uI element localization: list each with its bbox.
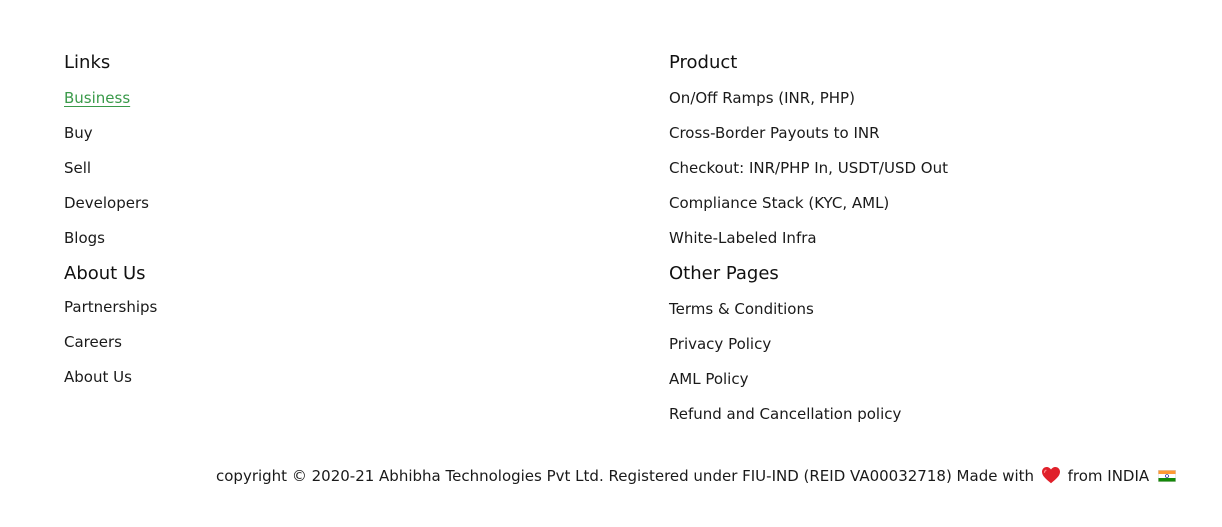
link-aml-policy[interactable]: AML Policy: [669, 370, 748, 388]
list-item: On/Off Ramps (INR, PHP): [669, 80, 1189, 115]
link-blogs[interactable]: Blogs: [64, 229, 105, 247]
list-item: Blogs: [64, 220, 624, 255]
list-item: Buy: [64, 115, 624, 150]
links-list: Business Buy Sell Developers Blogs: [64, 80, 624, 255]
other-pages-list: Terms & Conditions Privacy Policy AML Po…: [669, 291, 1189, 431]
about-list: Partnerships Careers About Us: [64, 289, 624, 394]
list-item: Terms & Conditions: [669, 291, 1189, 326]
list-item: Business: [64, 80, 624, 115]
product-list: On/Off Ramps (INR, PHP) Cross-Border Pay…: [669, 80, 1189, 255]
footer-left-column: Links Business Buy Sell Developers Blogs…: [64, 52, 624, 394]
list-item: AML Policy: [669, 361, 1189, 396]
link-cross-border-payouts[interactable]: Cross-Border Payouts to INR: [669, 124, 880, 142]
link-refund-cancellation[interactable]: Refund and Cancellation policy: [669, 405, 901, 423]
list-item: Checkout: INR/PHP In, USDT/USD Out: [669, 150, 1189, 185]
other-pages-section-title: Other Pages: [669, 263, 779, 284]
link-about-us[interactable]: About Us: [64, 368, 132, 386]
link-partnerships[interactable]: Partnerships: [64, 298, 157, 316]
product-section-title: Product: [669, 52, 738, 73]
copyright-text: copyright © 2020-21 Abhibha Technologies…: [216, 467, 1035, 485]
link-careers[interactable]: Careers: [64, 333, 122, 351]
copyright-line: copyright © 2020-21 Abhibha Technologies…: [216, 465, 1176, 487]
about-section-title: About Us: [64, 263, 146, 284]
site-footer: Links Business Buy Sell Developers Blogs…: [0, 0, 1222, 527]
footer-right-column: Product On/Off Ramps (INR, PHP) Cross-Bo…: [669, 52, 1189, 431]
link-checkout[interactable]: Checkout: INR/PHP In, USDT/USD Out: [669, 159, 948, 177]
link-developers[interactable]: Developers: [64, 194, 149, 212]
link-buy[interactable]: Buy: [64, 124, 93, 142]
list-item: Developers: [64, 185, 624, 220]
list-item: About Us: [64, 359, 624, 394]
link-compliance-stack[interactable]: Compliance Stack (KYC, AML): [669, 194, 889, 212]
copyright-origin-text: from INDIA: [1067, 467, 1150, 485]
india-flag-icon: [1157, 470, 1176, 482]
link-business[interactable]: Business: [64, 89, 130, 107]
links-section-title: Links: [64, 52, 111, 73]
list-item: Refund and Cancellation policy: [669, 396, 1189, 431]
heart-icon: [1041, 467, 1060, 484]
link-terms-conditions[interactable]: Terms & Conditions: [669, 300, 814, 318]
list-item: Careers: [64, 324, 624, 359]
list-item: Cross-Border Payouts to INR: [669, 115, 1189, 150]
list-item: Sell: [64, 150, 624, 185]
list-item: Privacy Policy: [669, 326, 1189, 361]
link-on-off-ramps[interactable]: On/Off Ramps (INR, PHP): [669, 89, 855, 107]
link-privacy-policy[interactable]: Privacy Policy: [669, 335, 771, 353]
link-white-labeled-infra[interactable]: White-Labeled Infra: [669, 229, 817, 247]
list-item: Partnerships: [64, 289, 624, 324]
list-item: White-Labeled Infra: [669, 220, 1189, 255]
list-item: Compliance Stack (KYC, AML): [669, 185, 1189, 220]
link-sell[interactable]: Sell: [64, 159, 91, 177]
